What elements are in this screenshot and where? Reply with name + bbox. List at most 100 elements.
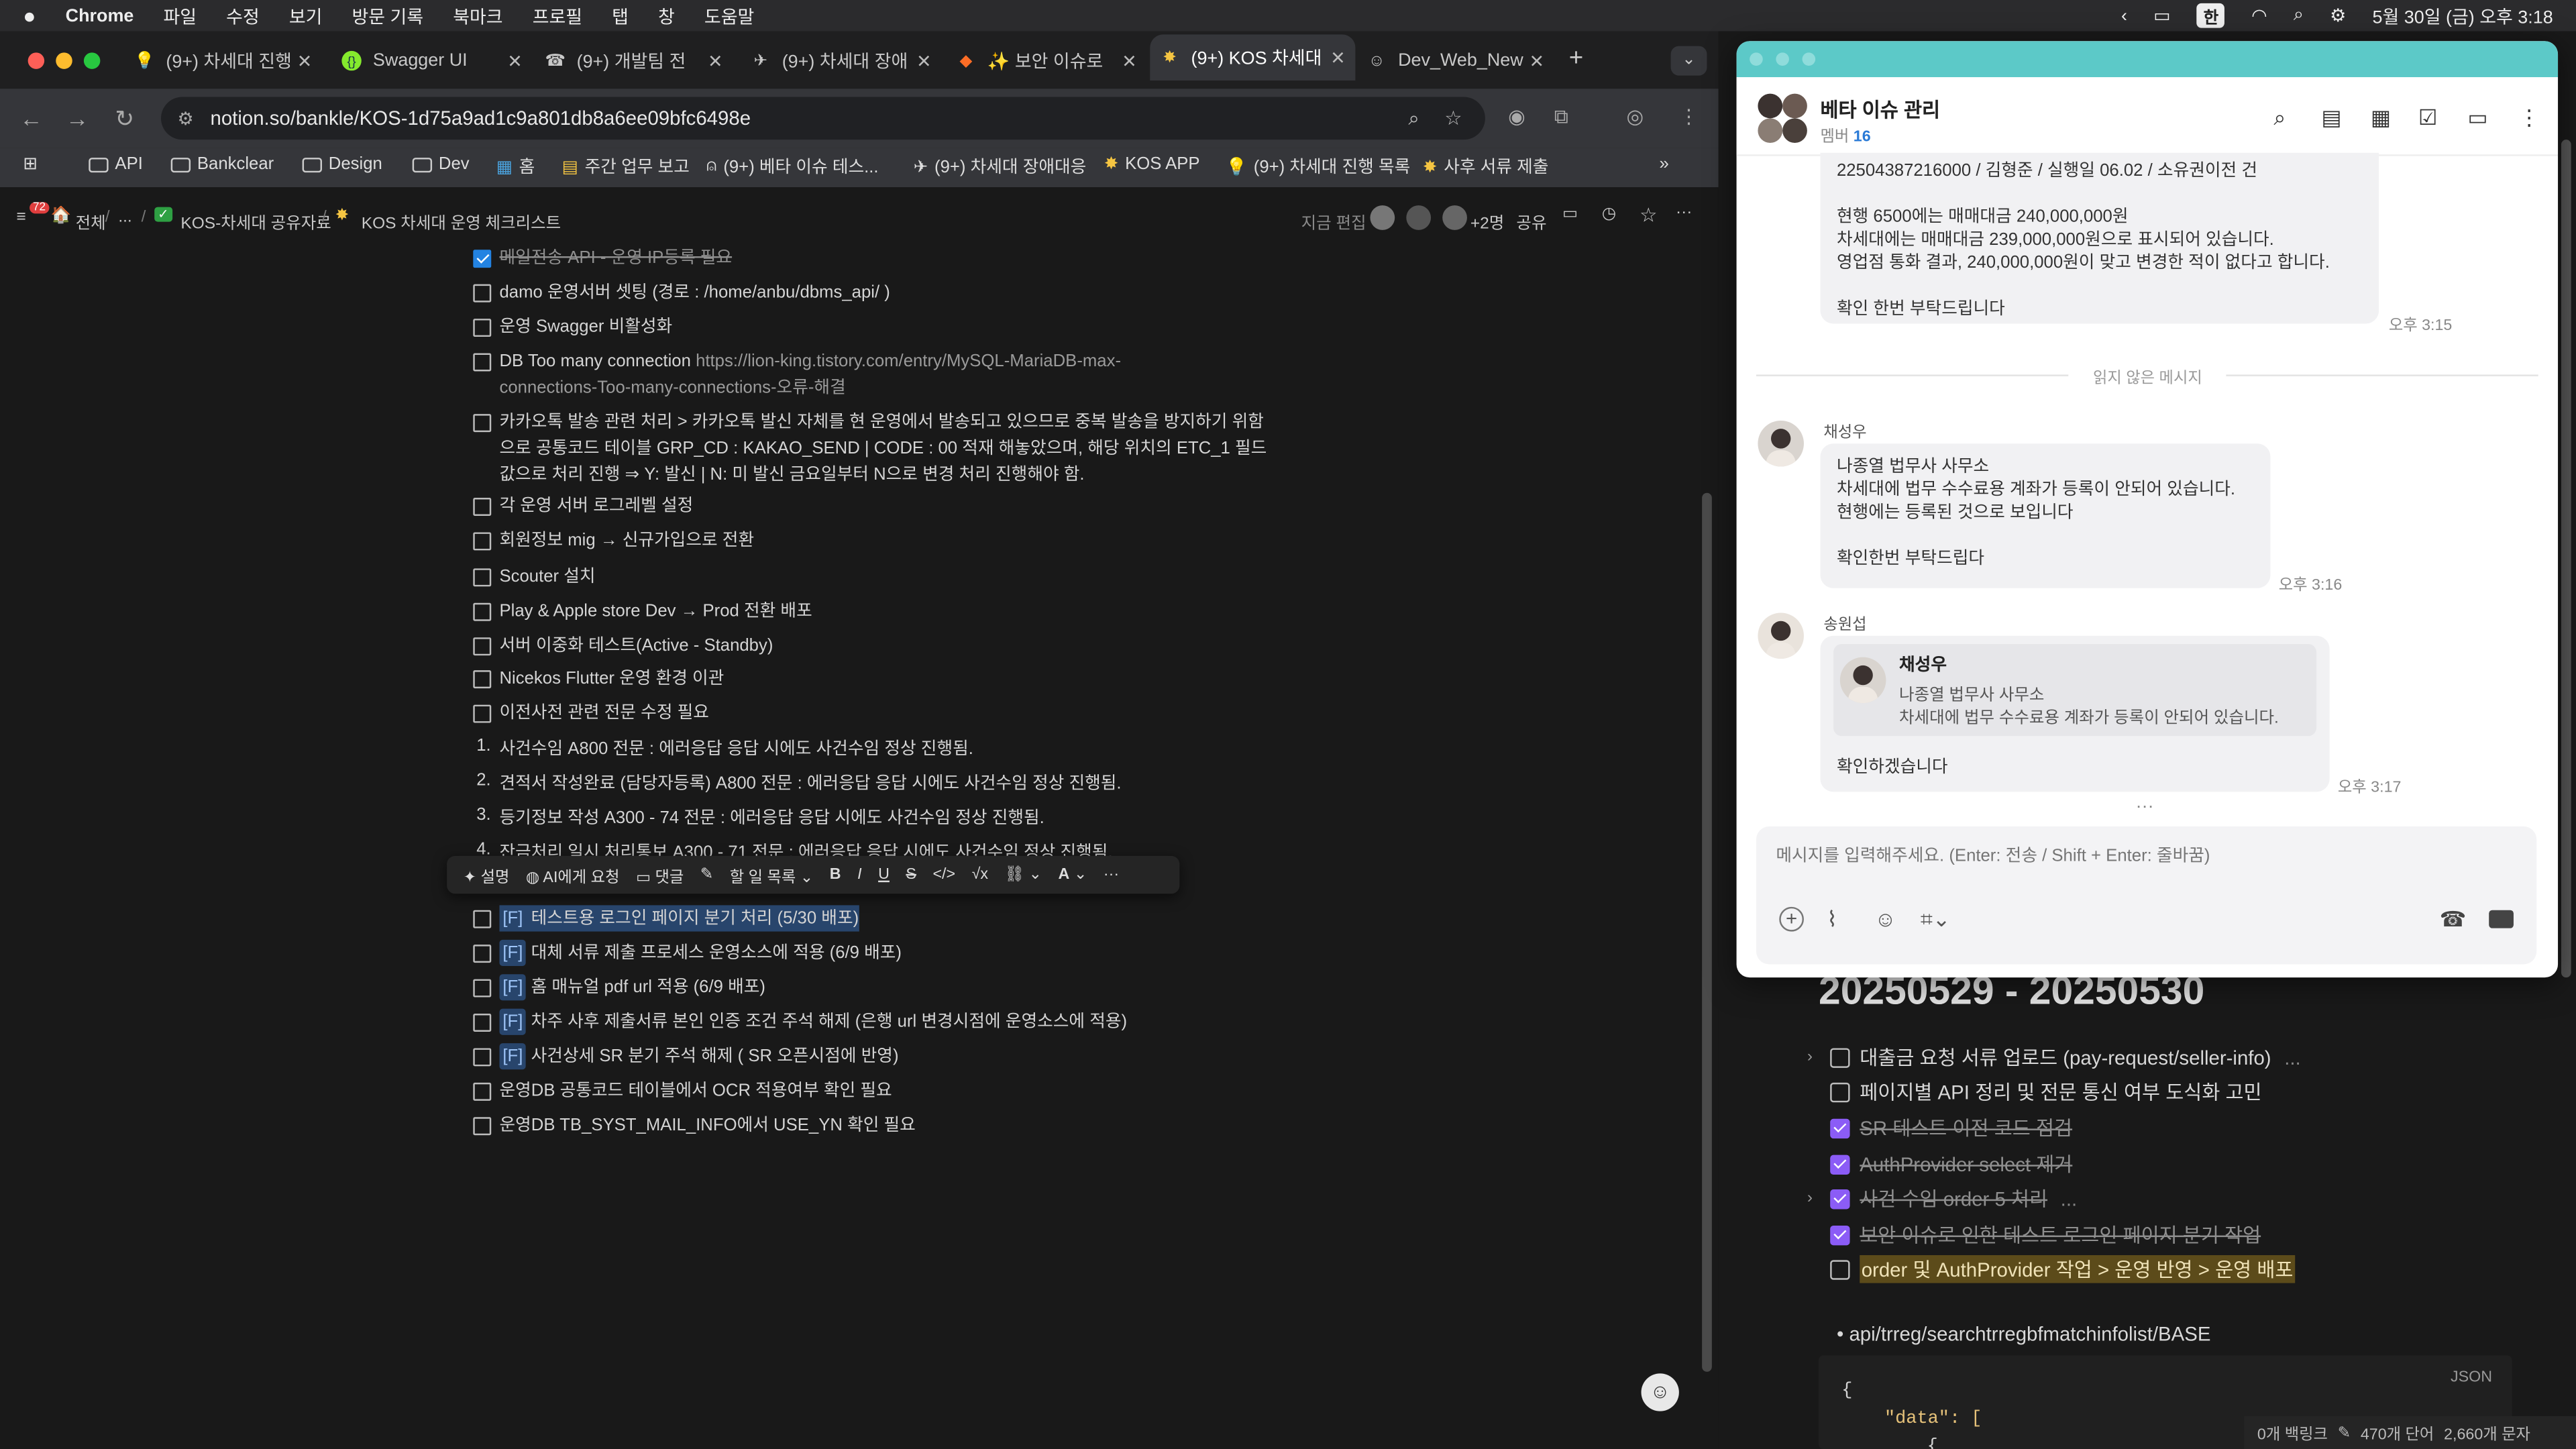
extra-collaborators[interactable]: +2명 [1470, 209, 1504, 233]
checkbox[interactable] [473, 414, 492, 433]
message-input[interactable] [1776, 843, 2516, 869]
message-bubble[interactable]: 나종열 법무사 사무소 차세대에 법무 수수료용 계좌가 등록이 안되어 있습니… [1820, 443, 2271, 588]
checkbox[interactable] [473, 979, 492, 998]
checkbox[interactable] [473, 945, 492, 963]
breadcrumb-ellipsis[interactable]: ... [118, 209, 131, 227]
more-bookmarks-icon[interactable]: » [1659, 154, 1668, 174]
close-tab-icon[interactable]: ✕ [708, 50, 723, 71]
reload-icon[interactable]: ↻ [115, 105, 134, 133]
strikethrough-button[interactable]: S [906, 866, 916, 884]
bookmark-post-submission[interactable]: ✸ 사후 서류 제출 [1423, 154, 1549, 179]
menu-file[interactable]: 파일 [163, 3, 197, 29]
breadcrumb-shared[interactable]: KOS-차세대 공유자료 [180, 209, 331, 233]
bookmark-progress-list[interactable]: 💡 (9+) 차세대 진행 목록 [1226, 154, 1410, 179]
close-window-button[interactable] [1750, 52, 1763, 66]
todo-item[interactable]: › 대출금 요청 서류 업로드 (pay-request/seller-info)… [1807, 1043, 2301, 1071]
close-tab-icon[interactable]: ✕ [507, 50, 523, 71]
bookmark-star-icon[interactable]: ☆ [1444, 107, 1462, 129]
menubar-app[interactable]: Chrome [66, 6, 134, 25]
math-button[interactable]: √x [972, 866, 988, 884]
sender-name[interactable]: 송원섭 [1823, 611, 1866, 634]
checkbox[interactable] [473, 670, 492, 689]
link[interactable]: connections-Too-many-connections-오류-해결 [499, 378, 845, 397]
underline-button[interactable]: U [878, 866, 890, 884]
reply-message-bubble[interactable]: 채성우 나종열 법무사 사무소 차세대에 법무 수수료용 계좌가 등록이 안되어… [1820, 635, 2330, 792]
search-icon[interactable]: ⌕ [2273, 105, 2286, 131]
checkbox[interactable] [473, 353, 492, 372]
todo-item[interactable]: 카카오톡 발송 관련 처리 > 카카오톡 발신 자체를 현 운영에서 발송되고 … [473, 409, 1267, 488]
avatar[interactable] [1370, 205, 1395, 230]
share-button[interactable]: 공유 [1516, 209, 1546, 233]
checkbox[interactable] [473, 1014, 492, 1032]
input-method-indicator[interactable]: 한 [2196, 3, 2225, 28]
checkbox[interactable] [473, 1117, 492, 1136]
todo-item[interactable]: Play & Apple store Dev → Prod 전환 배포 [473, 598, 812, 624]
bullet-item[interactable]: • api/trreg/searchtrregbfmatchinfolist/B… [1837, 1322, 2211, 1345]
ask-ai-button[interactable]: ◍ AI에게 요청 [526, 863, 620, 886]
right-scrollbar[interactable] [2561, 140, 2571, 978]
checkbox[interactable] [473, 1082, 492, 1101]
apple-icon[interactable]: ● [23, 3, 36, 28]
checkbox[interactable] [473, 532, 492, 551]
avatar[interactable] [1758, 420, 1804, 467]
checkbox-checked[interactable] [473, 250, 492, 268]
minimize-window-button[interactable] [56, 52, 72, 69]
todo-item[interactable]: Nicekos Flutter 운영 환경 이관 [473, 665, 724, 692]
more-options-button[interactable]: ··· [1104, 866, 1119, 884]
bold-button[interactable]: B [830, 866, 841, 884]
checkbox[interactable] [473, 637, 492, 656]
menu-history[interactable]: 방문 기록 [352, 3, 424, 29]
spotlight-search-icon[interactable]: ⌕ [2294, 5, 2304, 26]
attachment-icon[interactable]: ⌇ [1827, 907, 1837, 933]
todo-item[interactable]: [F] 테스트용 로그인 페이지 분기 처리 (5/30 배포) [473, 905, 859, 932]
browser-tab[interactable]: {} Swagger UI ✕ [332, 43, 533, 79]
todo-item[interactable]: 페이지별 API 정리 및 전문 통신 여부 도식화 고민 [1830, 1078, 2262, 1106]
todo-item[interactable]: 각 운영 서버 로그레벨 설정 [473, 493, 693, 519]
minimize-window-button[interactable] [1776, 52, 1789, 66]
todo-item[interactable]: Scouter 설치 [473, 564, 596, 590]
close-tab-icon[interactable]: ✕ [1330, 47, 1346, 68]
bookmark-incident[interactable]: ✈ (9+) 차세대 장애대응 [914, 154, 1087, 179]
menu-tab[interactable]: 탭 [612, 3, 629, 29]
control-center-icon[interactable]: ⚙ [2330, 5, 2346, 26]
emoji-icon[interactable]: ☺ [1874, 907, 1896, 932]
avatar[interactable] [1758, 612, 1804, 659]
close-tab-icon[interactable]: ✕ [916, 50, 932, 71]
zoom-window-button[interactable] [1802, 52, 1816, 66]
comment-icon[interactable]: ▭ [1562, 205, 1578, 223]
toggle-arrow-icon[interactable]: › [1807, 1189, 1813, 1208]
todo-item[interactable]: order 및 AuthProvider 작업 > 운영 반영 > 운영 배포 [1830, 1255, 2295, 1283]
browser-tab[interactable]: ✈ (9+) 차세대 장애 ✕ [741, 43, 941, 79]
bookmark-dev[interactable]: Dev [412, 154, 470, 174]
browser-tab-active[interactable]: ✸ (9+) KOS 차세대 ✕ [1150, 34, 1356, 81]
checkbox-checked[interactable] [1830, 1118, 1850, 1138]
more-options-icon[interactable]: ⋮ [2518, 105, 2540, 131]
close-tab-icon[interactable]: ✕ [297, 50, 313, 71]
add-icon[interactable]: + [1779, 906, 1804, 932]
video-call-icon[interactable] [2489, 910, 2514, 928]
todo-item[interactable]: 운영DB TB_SYST_MAIL_INFO에서 USE_YN 확인 필요 [473, 1112, 916, 1138]
favorite-star-icon[interactable]: ☆ [1640, 204, 1657, 227]
menu-view[interactable]: 보기 [289, 3, 323, 29]
back-icon[interactable]: ← [19, 105, 42, 131]
comment-button[interactable]: ▭ 댓글 [636, 863, 684, 886]
todo-item[interactable]: 회원정보 mig → 신규가입으로 전환 [473, 527, 754, 553]
checkbox[interactable] [473, 910, 492, 928]
sender-name[interactable]: 채성우 [1823, 419, 1866, 442]
close-window-button[interactable] [28, 52, 45, 69]
site-info-icon[interactable]: ⚙ [177, 107, 193, 129]
chevron-left-icon[interactable]: ‹ [2121, 6, 2127, 25]
bookmark-bankclear[interactable]: Bankclear [170, 154, 274, 174]
numbered-item[interactable]: 2. 견적서 작성완료 (담당자등록) A800 전문 : 에러응답 응답 시에도… [476, 771, 1121, 796]
numbered-item[interactable]: 1. 사건수임 A800 전문 : 에러응답 응답 시에도 사건수임 정상 진행됨… [476, 736, 973, 761]
apps-grid-icon[interactable]: ⊞ [23, 154, 38, 174]
breadcrumb-current-page[interactable]: KOS 차세대 운영 체크리스트 [362, 209, 561, 233]
todo-item[interactable]: [F] 사건상세 SR 분기 주석 해제 ( SR 오픈시점에 반영) [473, 1043, 899, 1070]
calendar-icon[interactable]: ▦ [2371, 105, 2391, 131]
checkbox[interactable] [473, 602, 492, 621]
close-tab-icon[interactable]: ✕ [1529, 50, 1544, 71]
todo-item[interactable]: AuthProvider select 제거 [1830, 1150, 2072, 1178]
task-check-icon[interactable]: ☑ [2418, 105, 2438, 131]
notes-icon[interactable]: ▤ [2321, 105, 2341, 131]
menubar-clock[interactable]: 5월 30일 (금) 오후 3:18 [2373, 3, 2553, 29]
